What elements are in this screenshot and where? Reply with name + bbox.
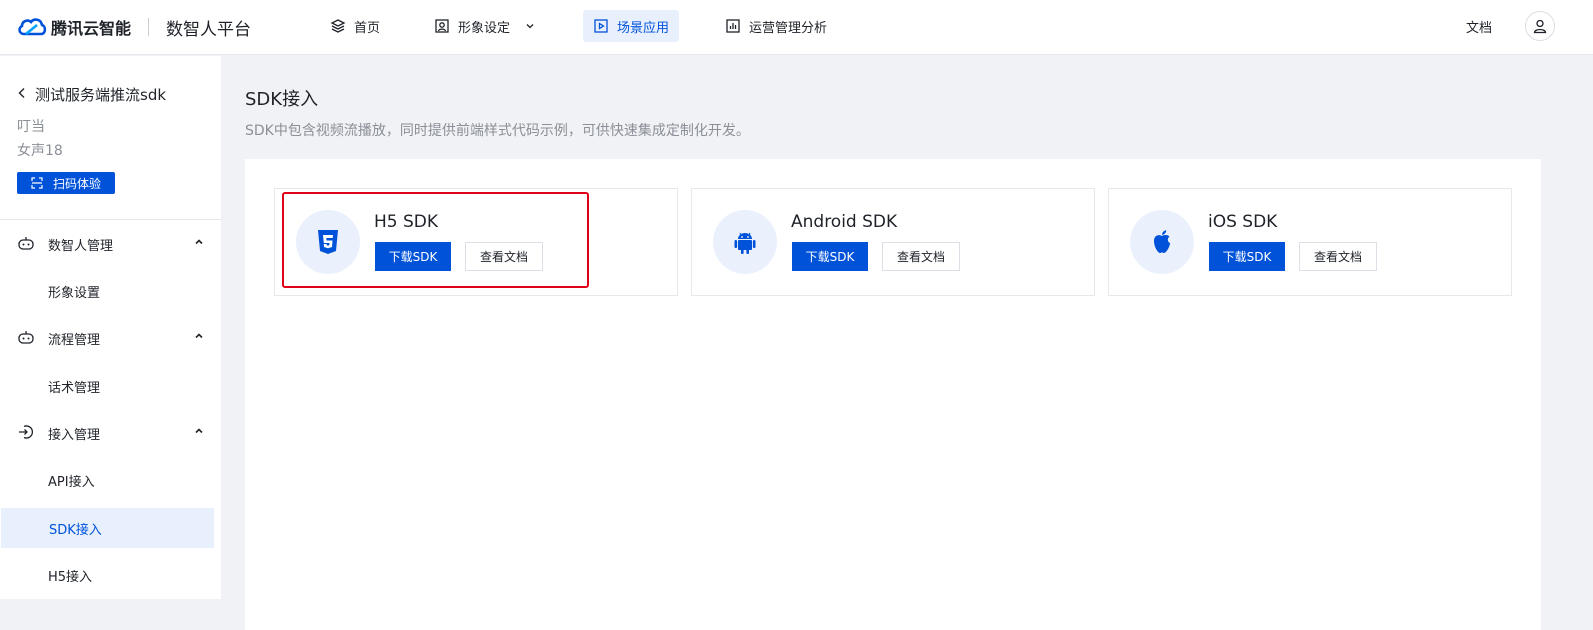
scan-experience-label: 扫码体验 bbox=[52, 176, 101, 191]
sdk-card-ios: iOS SDK 下载SDK 查看文档 bbox=[1108, 188, 1512, 296]
product-name: 数智人平台 bbox=[166, 19, 252, 40]
nav-operations-analysis[interactable]: 运营管理分析 bbox=[715, 10, 837, 42]
scan-experience-button[interactable]: 扫码体验 bbox=[17, 172, 115, 194]
back-button[interactable]: 测试服务端推流sdk bbox=[17, 84, 166, 105]
chevron-left-icon bbox=[17, 87, 27, 103]
brand-logo[interactable]: 腾讯云智能 数智人平台 bbox=[17, 14, 251, 40]
view-docs-button[interactable]: 查看文档 bbox=[882, 242, 960, 271]
nav-avatar-settings-label: 形象设定 bbox=[458, 20, 511, 36]
menu-group-process[interactable]: 流程管理 bbox=[0, 316, 221, 360]
top-header: 腾讯云智能 数智人平台 首页 形象设定 场景应用 运营管理分析 文档 bbox=[0, 0, 1593, 55]
sdk-name: Android SDK bbox=[791, 212, 898, 232]
nav-operations-analysis-label: 运营管理分析 bbox=[749, 20, 828, 36]
sidebar-item-sdk-access[interactable]: SDK接入 bbox=[1, 508, 214, 548]
nav-home-label: 首页 bbox=[354, 20, 381, 36]
menu-group-label: 流程管理 bbox=[48, 332, 101, 348]
chevron-up-icon bbox=[193, 236, 205, 252]
user-icon bbox=[1533, 19, 1547, 34]
menu-group-digital-human[interactable]: 数智人管理 bbox=[0, 222, 221, 266]
avatar-name: 叮当 bbox=[17, 119, 45, 135]
docs-link[interactable]: 文档 bbox=[1466, 17, 1492, 36]
scan-icon bbox=[31, 177, 43, 189]
bar-chart-icon bbox=[726, 19, 740, 33]
sidebar-item-script-management[interactable]: 话术管理 bbox=[0, 366, 213, 406]
download-sdk-button[interactable]: 下载SDK bbox=[1209, 242, 1285, 271]
sidebar: 测试服务端推流sdk 叮当 女声18 扫码体验 数智人管理 形象设置 流程管理 … bbox=[0, 56, 221, 599]
apple-icon bbox=[1130, 210, 1194, 274]
user-avatar[interactable] bbox=[1525, 11, 1555, 41]
page-description: SDK中包含视频流播放，同时提供前端样式代码示例，可供快速集成定制化开发。 bbox=[245, 123, 750, 139]
nav-scene-apps[interactable]: 场景应用 bbox=[583, 10, 680, 42]
login-icon bbox=[17, 424, 35, 444]
portrait-icon bbox=[435, 19, 449, 33]
robot-icon bbox=[17, 329, 35, 349]
sdk-card-android: Android SDK 下载SDK 查看文档 bbox=[691, 188, 1095, 296]
sidebar-item-api-access[interactable]: API接入 bbox=[0, 460, 213, 500]
menu-group-label: 数智人管理 bbox=[48, 238, 114, 254]
download-sdk-button[interactable]: 下载SDK bbox=[792, 242, 868, 271]
highlight-annotation bbox=[282, 192, 589, 288]
play-square-icon bbox=[594, 19, 608, 33]
service-title: 测试服务端推流sdk bbox=[35, 86, 167, 104]
chevron-up-icon bbox=[193, 425, 205, 441]
divider bbox=[148, 18, 150, 36]
view-docs-button[interactable]: 查看文档 bbox=[1299, 242, 1377, 271]
robot-icon bbox=[17, 235, 35, 255]
sdk-name: iOS SDK bbox=[1208, 212, 1278, 232]
menu-group-label: 接入管理 bbox=[48, 427, 101, 443]
chevron-down-icon bbox=[526, 24, 534, 29]
menu-group-access[interactable]: 接入管理 bbox=[0, 411, 221, 455]
divider bbox=[0, 219, 221, 220]
sidebar-item-h5-access[interactable]: H5接入 bbox=[0, 555, 213, 595]
page-title: SDK接入 bbox=[245, 89, 319, 110]
layers-icon bbox=[330, 19, 346, 33]
android-icon bbox=[713, 210, 777, 274]
chevron-up-icon bbox=[193, 330, 205, 346]
page-scrollbar[interactable] bbox=[1563, 56, 1593, 630]
sidebar-item-avatar-settings[interactable]: 形象设置 bbox=[0, 271, 213, 311]
brand-name: 腾讯云智能 bbox=[51, 19, 132, 38]
cloud-logo-icon bbox=[17, 16, 47, 38]
nav-scene-apps-label: 场景应用 bbox=[617, 20, 670, 36]
voice-name: 女声18 bbox=[17, 143, 63, 159]
nav-avatar-settings[interactable]: 形象设定 bbox=[424, 10, 546, 42]
nav-home[interactable]: 首页 bbox=[320, 10, 390, 42]
